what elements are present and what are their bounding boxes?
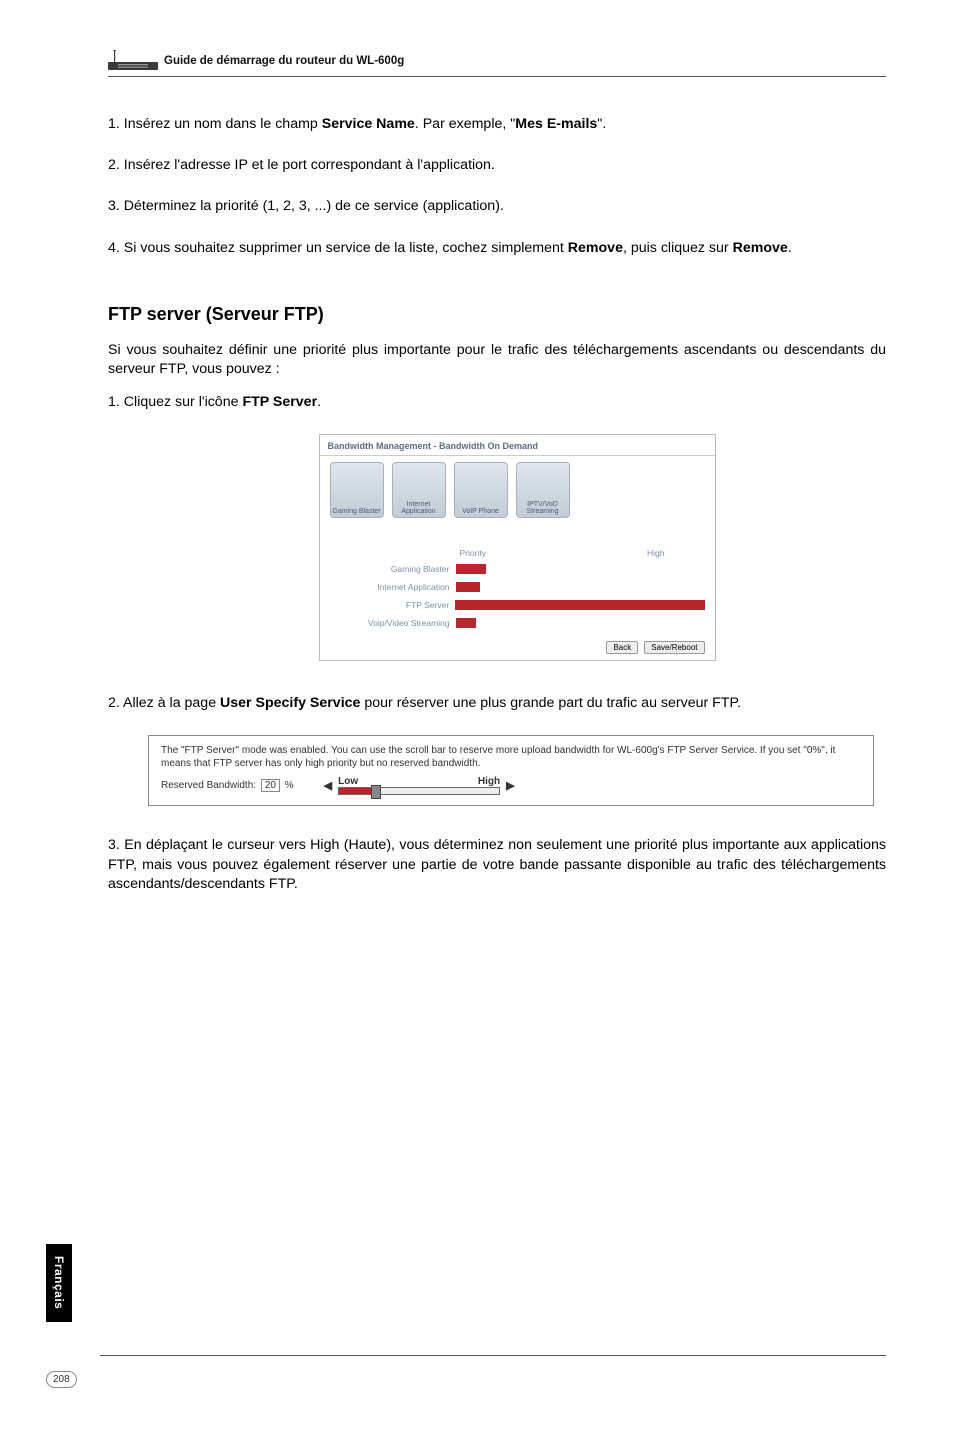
figure-description: The "FTP Server" mode was enabled. You c… bbox=[161, 744, 861, 770]
row-ftp-server: FTP Server bbox=[330, 600, 456, 610]
step-text: Cliquez sur l'icône bbox=[124, 394, 243, 410]
ftp-step-2: 2. Allez à la page User Specify Service … bbox=[108, 694, 886, 713]
bold-service-name: Service Name bbox=[322, 116, 415, 132]
row-gaming: Gaming Blaster bbox=[330, 564, 456, 574]
step-text: Si vous souhaitez supprimer un service d… bbox=[124, 240, 568, 256]
section-intro: Si vous souhaitez définir une priorité p… bbox=[108, 341, 886, 379]
bar-ftp-server[interactable] bbox=[455, 600, 704, 610]
step-num: 4. bbox=[108, 240, 120, 256]
figure-bandwidth-management: Bandwidth Management - Bandwidth On Dema… bbox=[319, 434, 716, 661]
bold-remove-2: Remove bbox=[733, 240, 788, 256]
bar-gaming[interactable] bbox=[456, 564, 486, 574]
step-text: Insérez un nom dans le champ bbox=[124, 116, 322, 132]
page-header: Guide de démarrage du routeur du WL-600g bbox=[108, 50, 886, 77]
slider-track[interactable] bbox=[338, 787, 500, 795]
step-text: . bbox=[317, 394, 321, 410]
step-text: En déplaçant le curseur vers High (Haute… bbox=[108, 837, 886, 891]
ftp-step-1: 1. Cliquez sur l'icône FTP Server. bbox=[108, 393, 886, 412]
bold-ftp-server: FTP Server bbox=[242, 394, 317, 410]
header-title: Guide de démarrage du routeur du WL-600g bbox=[164, 55, 404, 67]
bar-voip-video[interactable] bbox=[456, 618, 476, 628]
step-num: 3. bbox=[108, 837, 120, 853]
icon-iptv-vod[interactable]: IPTV/VoD Streaming bbox=[516, 462, 570, 518]
bold-user-specify: User Specify Service bbox=[220, 695, 360, 711]
step-text: Allez à la page bbox=[123, 695, 220, 711]
figure-title: Bandwidth Management - Bandwidth On Dema… bbox=[320, 435, 715, 456]
save-reboot-button[interactable]: Save/Reboot bbox=[644, 641, 704, 654]
col-priority: Priority bbox=[460, 548, 486, 558]
step-text: Insérez l'adresse IP et le port correspo… bbox=[124, 157, 495, 173]
step-num: 3. bbox=[108, 198, 120, 214]
footer-rule bbox=[100, 1355, 886, 1356]
step-text: pour réserver une plus grande part du tr… bbox=[360, 695, 741, 711]
slider-left-arrow-icon[interactable]: ◀ bbox=[324, 779, 332, 792]
bar-internet-app[interactable] bbox=[456, 582, 480, 592]
step-2: 2. Insérez l'adresse IP et le port corre… bbox=[108, 156, 886, 175]
section-heading: FTP server (Serveur FTP) bbox=[108, 304, 886, 325]
row-internet-app: Internet Application bbox=[330, 582, 456, 592]
reserved-pct: % bbox=[285, 780, 294, 791]
slider-high-label: High bbox=[478, 776, 500, 787]
step-1: 1. Insérez un nom dans le champ Service … bbox=[108, 115, 886, 134]
step-text: ". bbox=[597, 116, 606, 132]
reserved-value-input[interactable]: 20 bbox=[261, 779, 280, 792]
icon-voip-phone[interactable]: VoIP Phone bbox=[454, 462, 508, 518]
step-text: . Par exemple, " bbox=[415, 116, 515, 132]
language-tab: Français bbox=[46, 1244, 72, 1322]
bold-example: Mes E-mails bbox=[515, 116, 597, 132]
row-voip-video: Voip/Video Streaming bbox=[330, 618, 456, 628]
step-4: 4. Si vous souhaitez supprimer un servic… bbox=[108, 239, 886, 258]
slider-low-label: Low bbox=[338, 776, 358, 787]
step-text: , puis cliquez sur bbox=[623, 240, 733, 256]
back-button[interactable]: Back bbox=[606, 641, 638, 654]
step-text: . bbox=[788, 240, 792, 256]
reserved-bandwidth-field: Reserved Bandwidth: 20 % bbox=[161, 779, 294, 792]
col-high: High bbox=[647, 548, 664, 558]
ftp-step-3: 3. En déplaçant le curseur vers High (Ha… bbox=[108, 836, 886, 894]
icon-gaming-blaster[interactable]: Gaming Blaster bbox=[330, 462, 384, 518]
bold-remove-1: Remove bbox=[568, 240, 623, 256]
figure-reserved-bandwidth: The "FTP Server" mode was enabled. You c… bbox=[148, 735, 874, 806]
step-num: 2. bbox=[108, 157, 120, 173]
page-number: 208 bbox=[46, 1371, 77, 1388]
step-num: 2. bbox=[108, 695, 120, 711]
slider-thumb[interactable] bbox=[371, 785, 381, 799]
icon-internet-application[interactable]: Internet Application bbox=[392, 462, 446, 518]
slider-right-arrow-icon[interactable]: ▶ bbox=[506, 779, 514, 792]
step-3: 3. Déterminez la priorité (1, 2, 3, ...)… bbox=[108, 197, 886, 216]
reserved-label: Reserved Bandwidth: bbox=[161, 780, 256, 791]
step-text: Déterminez la priorité (1, 2, 3, ...) de… bbox=[124, 198, 504, 214]
step-num: 1. bbox=[108, 394, 120, 410]
step-num: 1. bbox=[108, 116, 120, 132]
bandwidth-slider[interactable]: ◀ Low High ▶ bbox=[324, 776, 515, 795]
router-icon bbox=[108, 50, 158, 72]
slider-fill bbox=[339, 788, 374, 794]
